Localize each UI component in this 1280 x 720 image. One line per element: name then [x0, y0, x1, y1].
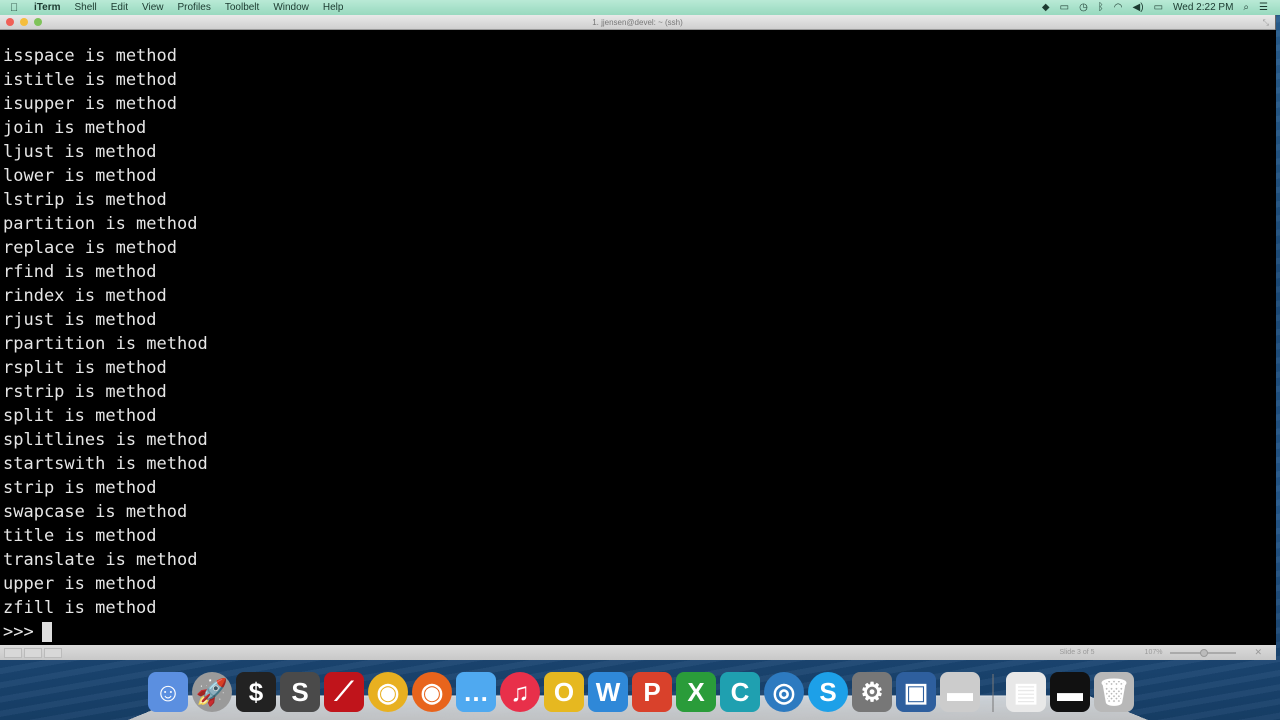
terminal-line: rsplit is method	[3, 358, 167, 378]
terminal-line: rindex is method	[3, 286, 167, 306]
dock-chrome-icon[interactable]: ◉	[368, 672, 408, 712]
dock-excel-icon[interactable]: X	[676, 672, 716, 712]
volume-icon[interactable]: ◀)	[1133, 0, 1144, 15]
terminal-line: split is method	[3, 406, 157, 426]
reading-view-button[interactable]	[44, 647, 62, 658]
dock-trash-icon[interactable]: 🗑	[1094, 672, 1134, 712]
notification-center-icon[interactable]: ☰	[1259, 0, 1268, 15]
prompt-line[interactable]: >>>	[3, 620, 1276, 644]
wifi-icon[interactable]: ◠	[1114, 0, 1123, 15]
clock[interactable]: Wed 2:22 PM	[1173, 0, 1233, 15]
terminal-line: zfill is method	[3, 598, 157, 618]
dock-finder-icon[interactable]: ☺	[148, 672, 188, 712]
dock: ☺ 🚀 $ S ⟋ ◉ ◉… ♫ O W P X C ◎ S ⚙ ▣ ▬ ▤ ▬ 🗑	[148, 666, 1134, 712]
slide-counter: Slide 3 of 5	[1059, 649, 1095, 656]
zoom-level: 107%	[1144, 649, 1163, 656]
menu-view[interactable]: View	[142, 2, 164, 13]
terminal-output[interactable]: isspace is method istitle is method isup…	[0, 30, 1276, 645]
terminal-line: isupper is method	[3, 94, 177, 114]
dock-itunes-icon[interactable]: ♫	[500, 672, 540, 712]
terminal-line: join is method	[3, 118, 147, 138]
apple-icon[interactable]: 	[10, 2, 24, 14]
dock-virtualbox-window-1-icon[interactable]: ▤	[1006, 672, 1046, 712]
terminal-line: partition is method	[3, 214, 198, 234]
zoom-slider-knob[interactable]	[1200, 648, 1209, 657]
terminal-line: isspace is method	[3, 46, 177, 66]
dock-word-icon[interactable]: W	[588, 672, 628, 712]
battery-icon[interactable]: ▭	[1154, 0, 1163, 15]
text-cursor	[41, 622, 52, 642]
menu-app-iterm[interactable]: iTerm	[34, 2, 61, 13]
terminal-line: rfind is method	[3, 262, 157, 282]
terminal-line: rjust is method	[3, 310, 157, 330]
dock-launchpad-icon[interactable]: 🚀	[192, 672, 232, 712]
menu-shell[interactable]: Shell	[75, 2, 97, 13]
terminal-line: lower is method	[3, 166, 157, 186]
terminal-line: upper is method	[3, 574, 157, 594]
terminal-line: replace is method	[3, 238, 177, 258]
fit-to-window-icon[interactable]: ✕	[1254, 647, 1262, 658]
slide-sorter-button[interactable]	[24, 647, 42, 658]
terminal-line: ljust is method	[3, 142, 157, 162]
time-machine-icon[interactable]: ◷	[1079, 0, 1088, 15]
dock-display-app-icon[interactable]: ▬	[940, 672, 980, 712]
dock-messages-icon[interactable]: …	[456, 672, 496, 712]
dock-code-app-icon[interactable]: C	[720, 672, 760, 712]
terminal-line: istitle is method	[3, 70, 177, 90]
dock-firefox-icon[interactable]: ◉	[412, 672, 452, 712]
terminal-line: title is method	[3, 526, 157, 546]
terminal-line: rpartition is method	[3, 334, 208, 354]
menu-toolbelt[interactable]: Toolbelt	[225, 2, 259, 13]
dock-virtualbox-icon[interactable]: ▣	[896, 672, 936, 712]
dock-virtualbox-window-2-icon[interactable]: ▬	[1050, 672, 1090, 712]
menu-bar:  iTerm Shell Edit View Profiles Toolbel…	[0, 0, 1280, 15]
normal-view-button[interactable]	[4, 647, 22, 658]
iterm-window: 1. jjensen@devel: ~ (ssh) ⤡ isspace is m…	[0, 15, 1276, 660]
menu-profiles[interactable]: Profiles	[177, 2, 210, 13]
fullscreen-icon[interactable]: ⤡	[1263, 18, 1269, 28]
terminal-line: startswith is method	[3, 454, 208, 474]
view-buttons	[4, 647, 62, 658]
bluetooth-icon[interactable]: ᛒ	[1098, 0, 1104, 15]
terminal-line: lstrip is method	[3, 190, 167, 210]
dock-system-preferences-icon[interactable]: ⚙	[852, 672, 892, 712]
python-prompt: >>>	[3, 622, 34, 642]
dock-sublime-text-icon[interactable]: S	[280, 672, 320, 712]
dock-powerpoint-icon[interactable]: P	[632, 672, 672, 712]
window-titlebar[interactable]: 1. jjensen@devel: ~ (ssh) ⤡	[0, 15, 1275, 30]
dock-separator	[992, 674, 994, 712]
menu-window[interactable]: Window	[273, 2, 309, 13]
terminal-line: rstrip is method	[3, 382, 167, 402]
dock-outlook-icon[interactable]: O	[544, 672, 584, 712]
spotlight-search-icon[interactable]: ⌕	[1243, 0, 1249, 15]
status-menus: ◆ ▭ ◷ ᛒ ◠ ◀) ▭ Wed 2:22 PM ⌕ ☰	[1042, 0, 1280, 15]
terminal-line: strip is method	[3, 478, 157, 498]
dock-terminal-icon[interactable]: $	[236, 672, 276, 712]
terminal-line: swapcase is method	[3, 502, 188, 522]
airplay-icon[interactable]: ▭	[1060, 0, 1069, 15]
dock-network-app-icon[interactable]: ◎	[764, 672, 804, 712]
dropbox-icon[interactable]: ◆	[1042, 0, 1050, 15]
menu-help[interactable]: Help	[323, 2, 344, 13]
zoom-slider[interactable]	[1170, 648, 1237, 657]
terminal-line: translate is method	[3, 550, 198, 570]
presentation-status-bar: Slide 3 of 5 107% ✕	[0, 645, 1276, 660]
dock-filezilla-icon[interactable]: ⟋	[324, 672, 364, 712]
terminal-line: splitlines is method	[3, 430, 208, 450]
window-title: 1. jjensen@devel: ~ (ssh)	[592, 17, 683, 27]
menu-edit[interactable]: Edit	[111, 2, 128, 13]
dock-skype-icon[interactable]: S	[808, 672, 848, 712]
